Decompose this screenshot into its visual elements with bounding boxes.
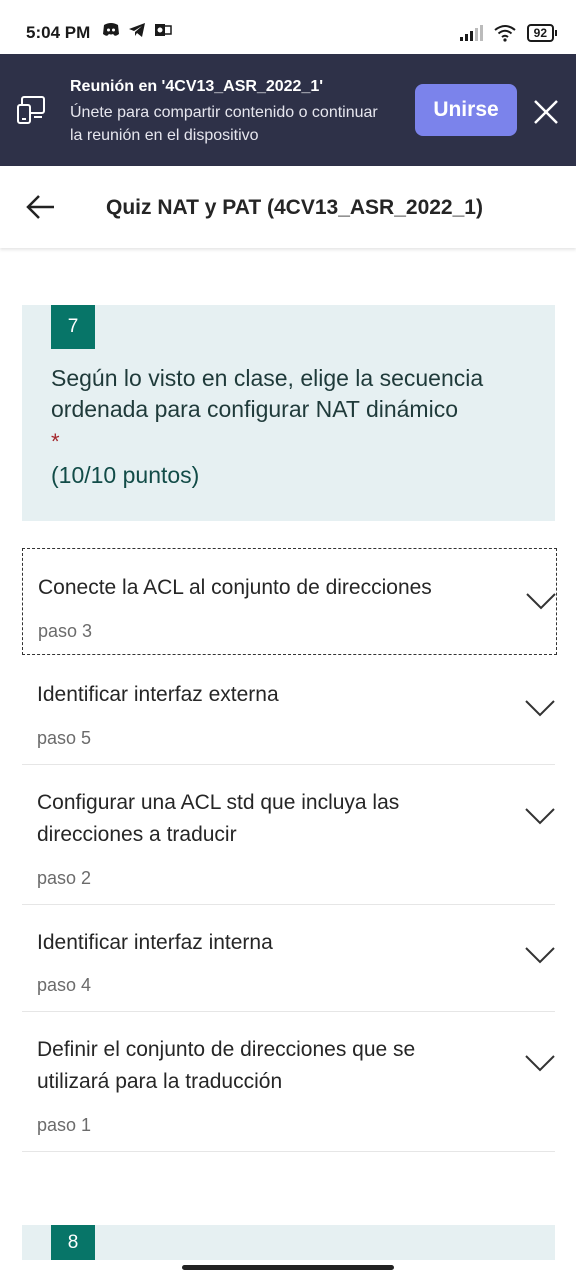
option-row[interactable]: Conecte la ACL al conjunto de direccione… (22, 548, 557, 655)
meeting-banner: Reunión en '4CV13_ASR_2022_1' Únete para… (0, 54, 576, 166)
status-bar: 5:04 PM 92 (0, 0, 576, 54)
banner-title: Reunión en '4CV13_ASR_2022_1' (70, 78, 324, 95)
option-step: paso 3 (38, 621, 93, 641)
question-number: 8 (51, 1225, 95, 1260)
chevron-down-icon[interactable] (524, 945, 556, 965)
chevron-down-icon[interactable] (525, 591, 557, 611)
discord-icon (103, 23, 119, 36)
chevron-down-icon[interactable] (524, 806, 556, 826)
outlook-icon (155, 24, 172, 36)
chevron-down-icon[interactable] (524, 1053, 556, 1073)
option-label: Conecte la ACL al conjunto de direccione… (38, 576, 432, 599)
question-points: (10/10 puntos) (51, 462, 200, 488)
app-header: Quiz NAT y PAT (4CV13_ASR_2022_1) (0, 166, 576, 248)
option-label: Definir el conjunto de direcciones que s… (37, 1038, 416, 1093)
question-card: 7 Según lo visto en clase, elige la secu… (22, 305, 555, 521)
notification-icons (102, 22, 172, 38)
banner-text: Únete para compartir contenido o continu… (70, 104, 378, 144)
close-icon[interactable] (532, 98, 560, 126)
option-row[interactable]: Configurar una ACL std que incluya las d… (22, 765, 555, 905)
option-label: Identificar interfaz interna (37, 931, 273, 954)
option-step: paso 1 (37, 1115, 92, 1135)
telegram-icon (129, 23, 145, 37)
device-share-icon (17, 96, 45, 124)
option-label: Identificar interfaz externa (37, 683, 279, 706)
question-text: Según lo visto en clase, elige la secuen… (51, 365, 484, 422)
option-row[interactable]: Identificar interfaz interna paso 4 (22, 905, 555, 1012)
option-label: Configurar una ACL std que incluya las d… (37, 791, 400, 846)
page-title: Quiz NAT y PAT (4CV13_ASR_2022_1) (106, 196, 483, 219)
option-step: paso 5 (37, 728, 92, 748)
home-indicator[interactable] (182, 1265, 394, 1270)
option-row[interactable]: Identificar interfaz externa paso 5 (22, 656, 555, 765)
signal-icon (459, 25, 483, 41)
question-number: 7 (51, 305, 95, 349)
option-row[interactable]: Definir el conjunto de direcciones que s… (22, 1012, 555, 1152)
option-step: paso 4 (37, 975, 92, 995)
chevron-down-icon[interactable] (524, 698, 556, 718)
battery-indicator: 92 (526, 24, 558, 42)
wifi-icon (494, 25, 516, 42)
back-arrow-icon[interactable] (26, 194, 56, 220)
required-mark: * (51, 429, 60, 454)
option-step: paso 2 (37, 868, 92, 888)
join-button[interactable]: Unirse (415, 84, 517, 136)
status-time: 5:04 PM (26, 23, 91, 42)
next-question-card: 8 (22, 1225, 555, 1260)
status-right: 92 (459, 24, 558, 42)
